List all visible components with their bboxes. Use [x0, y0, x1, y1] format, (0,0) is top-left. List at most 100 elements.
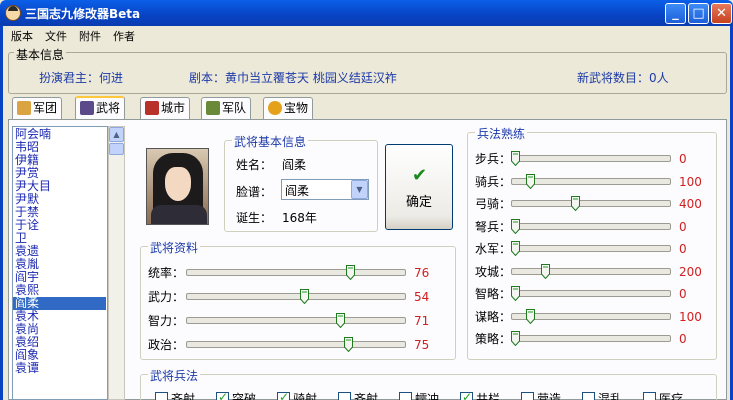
troop-skill-slider-thumb[interactable]	[511, 218, 520, 234]
troop-skill-label: 弩兵：	[475, 219, 512, 234]
troop-skill-slider-thumb[interactable]	[511, 151, 520, 166]
tactic-checkbox[interactable]: 营造	[521, 390, 561, 400]
troop-skill-slider-thumb[interactable]	[511, 331, 520, 346]
player-lord: 扮演君主：何进	[39, 71, 124, 85]
menu-addon[interactable]: 附件	[79, 28, 101, 44]
tab-army[interactable]: 军团	[12, 97, 63, 119]
troop-skill-slider-thumb[interactable]	[526, 308, 536, 324]
tab-troops[interactable]: 军队	[201, 97, 252, 119]
tactic-label: 齐射	[354, 392, 379, 400]
troop-skill-label: 水军：	[475, 242, 512, 256]
troop-skill-slider[interactable]	[511, 245, 671, 252]
list-scrollbar[interactable]: ▲	[108, 126, 125, 400]
tactics-legend: 武将兵法	[148, 367, 201, 384]
stat-slider[interactable]	[186, 317, 406, 324]
troop-skill-label: 智略：	[475, 287, 512, 301]
checkbox-box[interactable]	[582, 392, 595, 400]
stat-slider[interactable]	[186, 293, 406, 300]
tactic-checkbox[interactable]: 骑射	[277, 390, 317, 400]
tactic-label: 突破	[232, 392, 257, 400]
confirm-button[interactable]: ✔ 确定	[385, 144, 453, 230]
tactic-checkbox[interactable]: 混乱	[582, 390, 622, 400]
troop-skill-value: 100	[679, 174, 702, 189]
basic-info-legend: 基本信息	[14, 46, 67, 63]
stat-label: 政治：	[148, 338, 185, 352]
tactic-checkbox[interactable]: 突破	[216, 390, 256, 400]
tactic-checkbox[interactable]: 蠕冲	[399, 390, 439, 400]
troop-skill-value: 0	[679, 287, 687, 301]
troop-skill-slider[interactable]	[511, 155, 671, 162]
tab-general[interactable]: 武将	[75, 96, 126, 120]
checkbox-box[interactable]	[643, 392, 656, 400]
list-item[interactable]: 袁谭	[15, 362, 39, 375]
scroll-thumb[interactable]	[109, 143, 124, 155]
troop-skill-slider-thumb[interactable]	[541, 263, 551, 279]
stat-slider-thumb[interactable]	[335, 313, 345, 328]
stat-slider-thumb[interactable]	[346, 265, 356, 280]
troop-skill-value: 0	[679, 332, 687, 346]
tab-city[interactable]: 城市	[140, 97, 191, 119]
troop-skill-slider[interactable]	[511, 290, 671, 297]
stat-slider-thumb[interactable]	[344, 337, 354, 352]
birth-value: 168年	[282, 211, 317, 225]
troop-skill-slider[interactable]	[511, 200, 671, 207]
tactic-checkbox[interactable]: 齐射	[338, 390, 378, 400]
city-icon	[145, 101, 159, 115]
general-icon	[80, 101, 94, 115]
troop-skill-value: 200	[679, 264, 702, 279]
tab-treasure[interactable]: 宝物	[263, 97, 314, 119]
stat-slider-thumb[interactable]	[299, 289, 309, 304]
scroll-up-button[interactable]: ▲	[109, 127, 124, 142]
troop-skill-slider-thumb[interactable]	[511, 286, 520, 301]
officer-portrait	[146, 148, 209, 225]
officer-basic-legend: 武将基本信息	[232, 133, 309, 150]
tactic-label: 井栏	[476, 392, 501, 400]
tactic-checkbox[interactable]: 医疗	[643, 390, 683, 400]
troop-skill-slider-thumb[interactable]	[571, 196, 581, 211]
checkbox-box[interactable]	[155, 392, 168, 400]
chevron-down-icon[interactable]: ▼	[351, 180, 368, 199]
window-frame-left	[0, 26, 3, 400]
minimize-button[interactable]: _	[665, 3, 686, 24]
troop-skill-label: 骑兵：	[475, 174, 512, 189]
name-label: 姓名：	[236, 158, 273, 172]
menu-author[interactable]: 作者	[113, 28, 135, 44]
checkbox-box[interactable]	[216, 390, 229, 400]
tactic-label: 医疗	[659, 392, 684, 400]
title-bar: 三国志九修改器Beta _ □ ✕	[0, 0, 733, 26]
checkbox-box[interactable]	[521, 392, 534, 400]
officer-list[interactable]: 阿会喃 韦昭 伊籍 尹赏 尹大目 尹默 于禁 于诠卫袁遗 袁胤 阎宇 袁熙 阎柔 袁术 袁尚 袁绍 阎象 袁谭	[12, 126, 108, 400]
troop-skill-slider[interactable]	[511, 267, 671, 275]
basic-info-group: 基本信息 扮演君主：何进 剧本：黄巾当立覆苍天 桃园义结廷汉祚 新武将数目：0人	[8, 46, 727, 94]
troop-skill-label: 步兵：	[475, 152, 512, 166]
face-select[interactable]: 阎柔 ▼	[281, 179, 369, 200]
stat-label: 智力：	[148, 314, 185, 328]
troop-skill-slider[interactable]	[511, 222, 671, 230]
close-button[interactable]: ✕	[711, 3, 732, 24]
checkbox-box[interactable]	[338, 392, 351, 400]
menu-file[interactable]: 文件	[45, 28, 67, 44]
scenario: 剧本：黄巾当立覆苍天 桃园义结廷汉祚	[189, 71, 397, 85]
checkbox-box[interactable]	[277, 390, 290, 400]
troop-skill-slider-thumb[interactable]	[511, 241, 520, 256]
stat-slider[interactable]	[186, 269, 406, 276]
army-icon	[17, 101, 31, 115]
troop-skill-label: 攻城：	[475, 264, 512, 279]
troop-skill-value: 0	[679, 219, 687, 234]
new-officer-count: 新武将数目：0人	[577, 71, 669, 85]
troop-skill-label: 弓骑：	[475, 197, 512, 211]
treasure-icon	[268, 101, 282, 115]
maximize-button[interactable]: □	[688, 3, 709, 24]
troop-skill-slider-thumb[interactable]	[526, 173, 536, 189]
menu-version[interactable]: 版本	[11, 28, 33, 44]
troop-skill-label: 策略：	[475, 332, 512, 346]
stat-label: 武力：	[148, 290, 185, 304]
checkbox-box[interactable]	[399, 392, 412, 400]
tactic-checkbox[interactable]: 齐射	[155, 390, 195, 400]
stat-slider[interactable]	[186, 341, 406, 348]
stat-value: 75	[414, 338, 430, 352]
tactic-label: 齐射	[171, 392, 196, 400]
checkbox-box[interactable]	[460, 390, 473, 400]
tactic-checkbox[interactable]: 井栏	[460, 390, 500, 400]
troop-skill-slider[interactable]	[511, 335, 671, 342]
